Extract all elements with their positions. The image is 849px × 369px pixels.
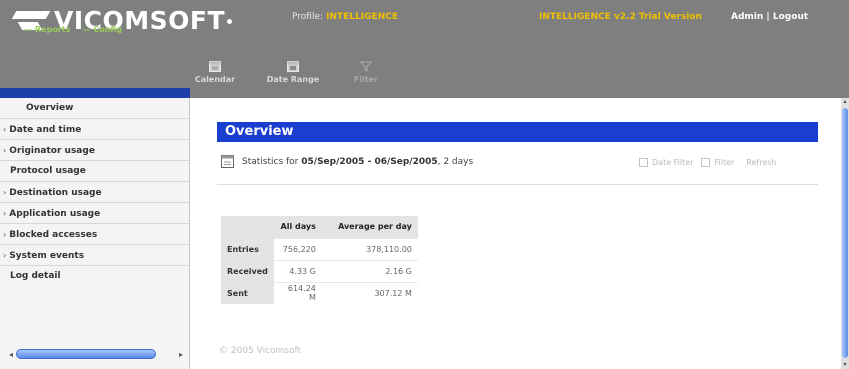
small-calendar-icon	[221, 155, 234, 168]
date-range-button[interactable]: Date Range	[256, 60, 330, 84]
admin-link[interactable]: Admin	[731, 12, 763, 22]
statistics-table: All days Average per day Entries 756,220…	[221, 216, 418, 304]
sidebar: Overview › Date and time › Originator usag…	[0, 98, 190, 369]
scroll-right-arrow-icon[interactable]: ▸	[176, 350, 186, 359]
sidebar-item-destination-usage[interactable]: › Destination usage	[0, 182, 189, 203]
scrollbar-thumb[interactable]	[16, 349, 156, 359]
filter-icon	[360, 61, 372, 72]
profile-indicator: Profile: INTELLIGENCE	[292, 12, 398, 22]
chevron-right-icon: ›	[3, 146, 7, 155]
table-header-row: All days Average per day	[221, 216, 418, 238]
scroll-down-arrow-icon[interactable]: ▾	[841, 361, 849, 369]
column-header-all-days: All days	[273, 216, 322, 238]
sidebar-horizontal-scrollbar[interactable]: ◂ ▸	[6, 348, 186, 360]
version-label: INTELLIGENCE v2.2 Trial Version	[539, 12, 702, 22]
sidebar-item-application-usage[interactable]: › Application usage	[0, 203, 189, 224]
user-links: Admin | Logout	[731, 12, 809, 22]
app-header: VICOMSOFT — Reports — Config Profile: INTE…	[0, 0, 849, 98]
sidebar-item-log-detail[interactable]: Log detail	[0, 266, 189, 287]
toolbar: Calendar Date Range Filter	[190, 60, 402, 84]
chevron-right-icon: ›	[3, 230, 7, 239]
sidebar-item-originator-usage[interactable]: › Originator usage	[0, 140, 189, 161]
date-range-icon	[287, 61, 299, 72]
date-range-value: 05/Sep/2005 - 06/Sep/2005	[301, 156, 438, 167]
column-header-average-per-day: Average per day	[321, 216, 418, 238]
table-row: Entries 756,220 378,110.00	[221, 237, 418, 260]
filter-label: Filter	[714, 158, 735, 167]
table-row: Received 4.33 G 2.16 G	[221, 259, 418, 282]
nav-config[interactable]: — Config	[82, 25, 122, 34]
date-filter-checkbox[interactable]	[639, 158, 648, 167]
chevron-right-icon: ›	[3, 125, 7, 134]
sidebar-item-protocol-usage[interactable]: Protocol usage	[0, 161, 189, 182]
copyright-footer: © 2005 Vicomsoft	[219, 346, 302, 356]
main-content: Overview Statistics for 05/Sep/2005 - 06…	[191, 98, 841, 369]
filter-controls: Date Filter Filter Refresh	[639, 158, 777, 167]
sidebar-item-date-and-time[interactable]: › Date and time	[0, 119, 189, 140]
sidebar-item-system-events[interactable]: › System events	[0, 245, 189, 266]
sidebar-item-overview[interactable]: Overview	[0, 98, 189, 119]
vertical-scrollbar[interactable]: ▴ ▾	[841, 98, 849, 369]
divider	[217, 184, 818, 185]
nav-reports[interactable]: — Reports	[24, 25, 70, 34]
sidebar-accent-bar	[0, 88, 190, 98]
chevron-right-icon: ›	[3, 188, 7, 197]
vertical-scrollbar-thumb[interactable]	[842, 108, 848, 358]
page-title: Overview	[217, 122, 818, 142]
statistics-line: Statistics for 05/Sep/2005 - 06/Sep/2005…	[221, 155, 473, 168]
logout-link[interactable]: Logout	[773, 12, 808, 22]
chevron-right-icon: ›	[3, 209, 7, 218]
scroll-left-arrow-icon[interactable]: ◂	[6, 350, 16, 359]
calendar-icon	[209, 61, 221, 72]
filter-checkbox[interactable]	[701, 158, 711, 167]
table-row: Sent 614.24 M 307.12 M	[221, 281, 418, 304]
sidebar-item-blocked-accesses[interactable]: › Blocked accesses	[0, 224, 189, 245]
chevron-right-icon: ›	[3, 251, 7, 260]
date-filter-label: Date Filter	[652, 158, 694, 167]
calendar-button[interactable]: Calendar	[190, 60, 240, 84]
scroll-up-arrow-icon[interactable]: ▴	[841, 98, 849, 106]
refresh-link[interactable]: Refresh	[746, 158, 776, 167]
top-nav: — Reports — Config	[24, 25, 122, 34]
filter-button[interactable]: Filter	[346, 60, 386, 84]
